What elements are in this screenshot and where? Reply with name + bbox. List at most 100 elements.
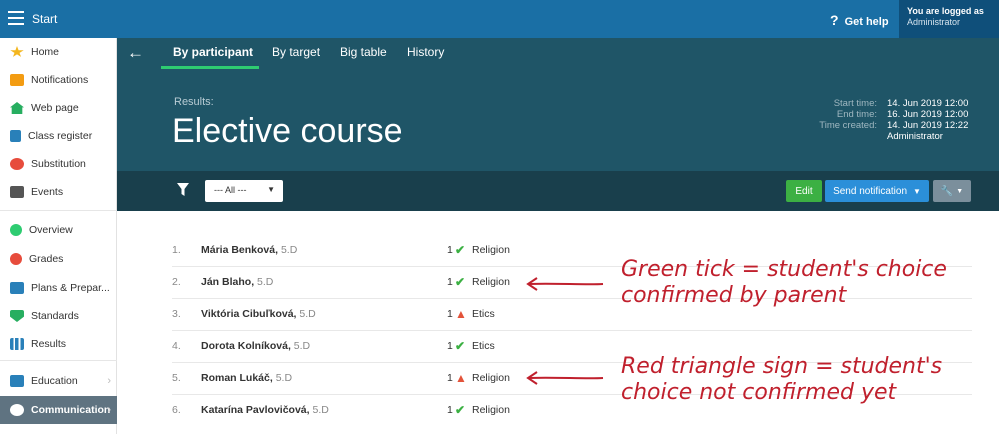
choice-count: 1 [447,340,453,352]
annotation-line: Red triangle sign = student's [621,354,943,379]
student-name-text: Katarína Pavlovičová [201,404,307,416]
student-class: 5.D [293,340,311,352]
choice-count: 1 [447,404,453,416]
choice-count: 1 [447,372,453,384]
green-tick-icon: ✔ [455,243,466,257]
filter-icon[interactable] [177,183,189,197]
app-title[interactable]: Start [32,12,57,26]
sidebar-item-web-page[interactable]: Web page [0,94,117,122]
help-link[interactable]: ? Get help [830,12,889,28]
sidebar-divider [0,360,117,361]
subject: Religion [472,276,510,288]
shield-icon [10,310,24,322]
check-circle-icon [10,224,22,236]
subject: Religion [472,404,510,416]
user-panel[interactable]: You are logged as Administrator [899,0,999,38]
green-tick-icon: ✔ [455,339,466,353]
row-number: 1. [172,244,181,256]
sidebar-item-label: Notifications [31,74,89,86]
person-icon [10,158,24,170]
filter-select-value: --- All --- [214,185,247,195]
student-name-text: Dorota Kolníková [201,340,288,352]
house-icon [10,102,24,114]
top-bar: Start ? Get help You are logged as Admini… [0,0,999,38]
sidebar-item-results[interactable]: Results [0,330,117,358]
tab-by-participant[interactable]: By participant [173,45,253,59]
sidebar-item-label: Class register [28,130,93,142]
active-tab-indicator [161,66,259,69]
sidebar-item-notifications[interactable]: Notifications [0,66,117,94]
student-name: Ján Blaho, 5.D [201,276,274,288]
tab-big-table[interactable]: Big table [340,45,387,59]
student-class: 5.D [299,308,316,320]
time-created-value: 14. Jun 2019 12:22 [887,120,969,131]
warning-triangle-icon: ▲ [455,371,467,385]
sidebar-item-communication[interactable]: Communication › [0,396,117,424]
student-name-text: Ján Blaho [201,276,252,288]
sidebar-item-label: Standards [31,310,79,322]
sidebar-item-label: Web page [31,102,79,114]
sidebar-item-class-register[interactable]: Class register [0,122,117,150]
student-name: Katarína Pavlovičová, 5.D [201,404,329,416]
send-notification-label: Send notification [833,185,908,197]
sidebar-item-education[interactable]: Education › [0,367,117,395]
page-header: ← By participant By target Big table His… [117,38,999,171]
end-time-label: End time: [836,109,877,120]
tab-by-target[interactable]: By target [272,45,320,59]
education-icon [10,375,24,387]
sidebar-item-label: Communication [31,404,111,416]
sidebar-item-standards[interactable]: Standards [0,302,117,330]
sidebar-item-label: Home [31,46,60,58]
sidebar-item-label: Education [31,375,78,387]
sidebar-item-label: Plans & Prepar... [31,282,110,294]
edit-button[interactable]: Edit [786,180,822,202]
user-role: Administrator [907,17,961,27]
sidebar-item-label: Overview [29,224,73,236]
student-class: 5.D [275,372,293,384]
student-class: 5.D [312,404,329,416]
results-label: Results: [174,96,214,108]
sidebar-item-substitution[interactable]: Substitution [0,150,117,178]
annotation-line: Green tick = student's choice [621,257,947,282]
sidebar-item-grades[interactable]: Grades [0,245,117,273]
hamburger-menu-icon[interactable] [8,11,24,25]
tools-button[interactable]: 🔧 ▼ [933,180,971,202]
row-number: 5. [172,372,181,384]
annotation-line: choice not confirmed yet [621,380,897,405]
sidebar-item-label: Grades [29,253,64,265]
back-arrow-icon[interactable]: ← [127,43,144,63]
wrench-icon: 🔧 [940,185,954,197]
choice-count: 1 [447,308,453,320]
green-tick-icon: ✔ [455,275,466,289]
sidebar-item-events[interactable]: Events [0,178,117,206]
choice-count: 1 [447,244,453,256]
student-name-text: Mária Benková [201,244,276,256]
sidebar-item-overview[interactable]: Overview [0,216,117,244]
tab-history[interactable]: History [407,45,444,59]
start-time-value: 14. Jun 2019 12:00 [887,98,969,109]
annotation-line: confirmed by parent [621,283,847,308]
bar-chart-icon [10,338,24,350]
caret-down-icon: ▼ [956,187,964,195]
student-name-text: Viktória Cibuľková [201,308,294,320]
subject: Religion [472,372,510,384]
sidebar-item-home[interactable]: Home [0,38,117,66]
sidebar-item-plans[interactable]: Plans & Prepar... [0,274,117,302]
annotation-arrow [526,277,604,291]
sidebar: Home Notifications Web page Class regist… [0,38,117,434]
row-number: 3. [172,308,181,320]
send-notification-button[interactable]: Send notification ▼ [825,180,929,202]
filter-bar: --- All --- ▼ Edit Send notification ▼ 🔧… [117,171,999,211]
caret-down-icon: ▼ [267,185,275,194]
calendar-icon [10,186,24,198]
chevron-right-icon: › [107,404,111,416]
student-name: Viktória Cibuľková, 5.D [201,308,316,320]
filter-select[interactable]: --- All --- ▼ [205,180,283,202]
sidebar-item-label: Events [31,186,64,198]
student-class: 5.D [257,276,274,288]
time-created-label: Time created: [819,120,877,131]
sidebar-item-label: Results [31,338,67,350]
sidebar-item-label: Substitution [31,158,86,170]
chevron-right-icon: › [107,375,111,387]
caret-down-icon: ▼ [913,186,921,196]
